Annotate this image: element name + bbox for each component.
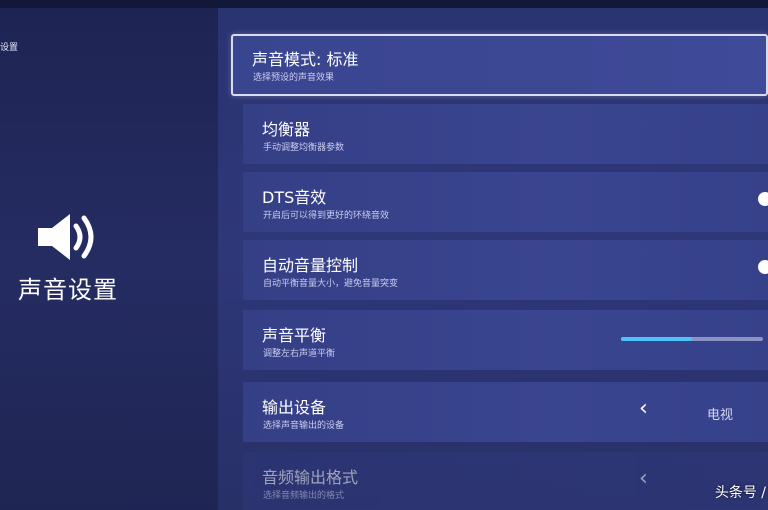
setting-item-equalizer[interactable]: 均衡器 手动调整均衡器参数 — [243, 104, 768, 164]
corner-label: 设置 — [0, 43, 19, 53]
page-title: 声音设置 — [18, 276, 118, 304]
balance-slider[interactable] — [621, 337, 763, 341]
setting-item-balance[interactable]: 声音平衡 调整左右声道平衡 — [243, 310, 768, 370]
dts-toggle[interactable] — [758, 192, 768, 206]
setting-item-subtitle: 开启后可以得到更好的环绕音效 — [263, 211, 390, 221]
setting-item-subtitle: 选择声音输出的设备 — [263, 421, 345, 431]
setting-item-auto-volume[interactable]: 自动音量控制 自动平衡音量大小，避免音量突变 — [243, 240, 768, 300]
setting-item-subtitle: 选择预设的声音效果 — [253, 73, 335, 83]
setting-item-output-device[interactable]: 输出设备 选择声音输出的设备 ‹ 电视 — [243, 382, 768, 442]
setting-item-subtitle: 选择音频输出的格式 — [263, 491, 345, 501]
setting-item-title: 声音平衡 — [262, 326, 327, 345]
top-strip — [0, 0, 768, 8]
setting-item-dts[interactable]: DTS音效 开启后可以得到更好的环绕音效 — [243, 172, 768, 232]
sound-settings-screen: 设置 声音设置 声音模式: 标准 选择预设的声音效果 均衡器 手动调整均衡器参数… — [0, 0, 768, 510]
output-device-value: 电视 — [707, 408, 734, 423]
setting-item-audio-format[interactable]: 音频输出格式 选择音频输出的格式 ‹ — [243, 452, 768, 510]
sidebar-panel: 设置 声音设置 — [0, 8, 218, 510]
watermark: 头条号 / — [714, 485, 766, 501]
setting-item-title: 输出设备 — [262, 398, 327, 417]
setting-item-sound-mode[interactable]: 声音模式: 标准 选择预设的声音效果 — [231, 34, 768, 96]
setting-item-subtitle: 自动平衡音量大小，避免音量突变 — [263, 279, 399, 289]
auto-volume-toggle[interactable] — [758, 260, 768, 274]
chevron-left-icon[interactable]: ‹ — [639, 398, 648, 420]
setting-item-title: 音频输出格式 — [262, 468, 359, 487]
balance-slider-fill — [621, 337, 692, 341]
speaker-icon — [38, 214, 94, 260]
chevron-left-icon[interactable]: ‹ — [639, 468, 648, 490]
setting-item-title: 自动音量控制 — [262, 256, 359, 275]
setting-item-subtitle: 手动调整均衡器参数 — [263, 143, 345, 153]
setting-item-subtitle: 调整左右声道平衡 — [263, 349, 336, 359]
setting-item-title: 均衡器 — [262, 120, 311, 139]
setting-item-title: DTS音效 — [262, 188, 327, 207]
setting-item-title: 声音模式: 标准 — [252, 50, 359, 69]
